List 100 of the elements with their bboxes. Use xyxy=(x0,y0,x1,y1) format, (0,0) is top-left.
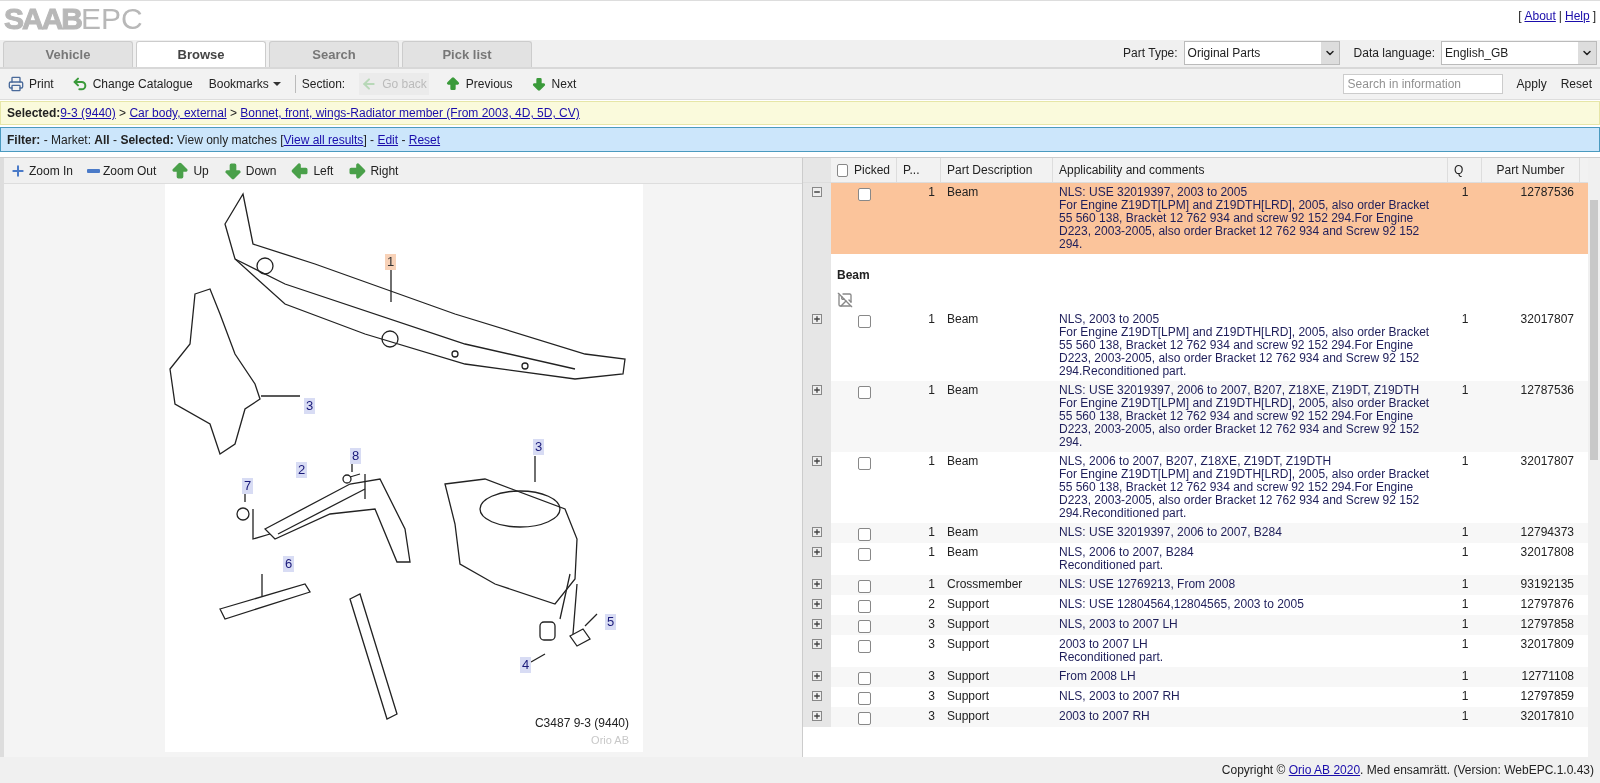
callout-number[interactable]: 3 xyxy=(304,398,316,414)
description-cell: Beam xyxy=(947,185,979,199)
part-row[interactable]: 3 Support From 2008 LH 1 12771108 xyxy=(803,667,1588,687)
comment-text: For Engine Z19DT[LPM] and Z19DTH[LRD], 2005, also order Bracket 55 560 138, Bracket 12 762 934 and screw 92 152 294.For Engine D223, 2003-2005, also order Bracket 12 762 934 and Screw 92 152 294.Reconditioned part. xyxy=(1059,468,1431,520)
description-cell: Beam xyxy=(947,454,979,468)
dropdown-field[interactable]: English_GB xyxy=(1441,41,1597,65)
part-row[interactable]: 1 Crossmember NLS: USE 12769213, From 2008 1 93192135 xyxy=(803,575,1588,595)
applicability-text: NLS, 2003 to 2007 RH xyxy=(1059,690,1181,703)
breadcrumb-link[interactable]: Bonnet, front, wings-Radiator member (From 2003, 4D, 5D, CV) xyxy=(240,106,580,120)
view-tool-button[interactable]: Left xyxy=(290,160,334,181)
applicability-text: NLS: USE 32019397, 2006 to 2007, B284 xyxy=(1059,526,1283,539)
checkbox[interactable] xyxy=(857,580,871,593)
part-row[interactable]: 3 Support NLS, 2003 to 2007 LH 1 12797858 xyxy=(803,615,1588,635)
apply-button[interactable]: Apply xyxy=(1516,75,1547,93)
part-number-cell: 32017807 xyxy=(1520,312,1574,326)
position-cell: 1 xyxy=(928,312,935,326)
expand-icon[interactable] xyxy=(812,711,822,721)
checkbox[interactable] xyxy=(857,548,871,561)
checkbox[interactable] xyxy=(857,640,871,653)
callout-number[interactable]: 4 xyxy=(520,657,532,673)
toolbar-button[interactable]: Previous xyxy=(442,73,515,95)
expand-icon[interactable] xyxy=(812,314,822,324)
checkbox[interactable] xyxy=(857,457,871,470)
expand-icon[interactable] xyxy=(812,547,822,557)
view-tool-button[interactable]: Zoom Out xyxy=(87,161,157,180)
callout-number[interactable]: 5 xyxy=(605,614,617,630)
part-number-cell: 12797876 xyxy=(1520,597,1574,611)
callout-number[interactable]: 2 xyxy=(296,462,308,478)
checkbox[interactable] xyxy=(857,692,871,705)
view-tool-button[interactable]: Right xyxy=(347,160,399,181)
column-header[interactable]: Q xyxy=(1454,161,1464,179)
description-cell: Support xyxy=(947,597,990,611)
part-row[interactable]: 1 Beam NLS: USE 32019397, 2006 to 2007, B284 1 12794373 xyxy=(803,523,1588,543)
expand-icon[interactable] xyxy=(812,639,822,649)
applicability-text: NLS: USE 32019397, 2006 to 2007, B207, Z18XE, Z19DT, Z19DTH xyxy=(1059,384,1421,397)
reset-button[interactable]: Reset xyxy=(1560,75,1592,93)
dropdown-field[interactable]: Original Parts xyxy=(1183,41,1340,65)
checkbox[interactable] xyxy=(837,163,848,177)
applicability-text: NLS, 2006 to 2007, B284 xyxy=(1059,546,1195,559)
comment-text: For Engine Z19DT[LPM] and Z19DTH[LRD], 2005, also order Bracket 55 560 138, Bracket 12 762 934 and screw 92 152 294.For Engine D223, 2003-2005, also order Bracket 12 762 934 and Screw 92 152 294.Reconditioned part. xyxy=(1059,326,1431,378)
breadcrumb-link[interactable]: Car body, external xyxy=(129,106,227,120)
callout-number[interactable]: 3 xyxy=(533,439,545,455)
part-row[interactable] xyxy=(803,381,1588,452)
part-number-cell: 12797858 xyxy=(1520,617,1574,631)
toolbar-button[interactable]: Next xyxy=(528,73,579,95)
view-tool-button[interactable]: Down xyxy=(222,160,277,181)
position-cell: 3 xyxy=(928,669,935,683)
expand-icon[interactable] xyxy=(812,691,822,701)
callout-number[interactable]: 6 xyxy=(283,556,295,572)
checkbox[interactable] xyxy=(857,528,871,541)
checkbox[interactable] xyxy=(857,386,871,399)
applicability-text: NLS, 2003 to 2005 xyxy=(1059,313,1161,326)
separator-text: | xyxy=(1558,8,1562,25)
checkbox[interactable] xyxy=(857,600,871,613)
quantity-cell: 1 xyxy=(1461,383,1469,397)
breadcrumb-link[interactable]: Edit xyxy=(377,132,399,147)
header-link[interactable]: Help xyxy=(1564,7,1590,25)
checkbox[interactable] xyxy=(857,712,871,725)
checkbox[interactable] xyxy=(857,672,871,685)
expand-icon[interactable] xyxy=(812,385,822,395)
callout-number[interactable]: 7 xyxy=(242,478,254,494)
checkbox[interactable] xyxy=(857,188,871,201)
part-row[interactable] xyxy=(803,183,1588,254)
collapse-icon[interactable] xyxy=(812,187,822,197)
expand-icon[interactable] xyxy=(812,456,822,466)
breadcrumb-link[interactable]: Reset xyxy=(408,132,441,147)
expand-icon[interactable] xyxy=(812,599,822,609)
callout-number[interactable]: 1 xyxy=(385,254,397,270)
header-link[interactable]: About xyxy=(1524,7,1556,25)
toolbar-button[interactable]: Print xyxy=(6,73,56,95)
column-header[interactable]: Applicability and comments xyxy=(1059,161,1205,179)
breadcrumb-link[interactable]: 9-3 (9440) xyxy=(60,106,116,120)
expand-icon[interactable] xyxy=(812,671,822,681)
column-header[interactable]: P... xyxy=(903,161,920,179)
part-number-cell: 32017810 xyxy=(1520,709,1574,723)
expand-icon[interactable] xyxy=(812,619,822,629)
comment-text: Reconditioned part. xyxy=(1059,559,1165,572)
scrollbar[interactable] xyxy=(1588,158,1600,757)
checkbox[interactable] xyxy=(857,620,871,633)
column-header[interactable]: Part Number xyxy=(1496,161,1565,179)
select-label: Part Type: xyxy=(1123,45,1178,62)
view-tool-button[interactable]: Up xyxy=(170,160,209,181)
section-label: Section: xyxy=(294,75,346,93)
view-tool-button[interactable]: Zoom In xyxy=(10,161,73,180)
tab[interactable]: Search xyxy=(269,41,399,67)
plus-icon xyxy=(10,162,26,179)
bookmarks-button[interactable]: Bookmarks xyxy=(208,75,281,93)
quantity-cell: 1 xyxy=(1461,185,1469,199)
column-header[interactable]: Part Description xyxy=(947,161,1033,179)
callout-number[interactable]: 8 xyxy=(350,448,362,464)
expand-icon[interactable] xyxy=(812,527,822,537)
applicability-text: NLS, 2003 to 2007 LH xyxy=(1059,618,1179,631)
tab[interactable]: Browse xyxy=(136,41,266,67)
search-field[interactable]: Search in information xyxy=(1342,74,1503,94)
description-cell: Beam xyxy=(947,525,979,539)
bracket-text: [ xyxy=(1518,8,1522,25)
expand-icon[interactable] xyxy=(812,579,822,589)
toolbar-button[interactable]: Change Catalogue xyxy=(69,73,195,95)
part-row[interactable]: 3 Support 2003 to 2007 RH 1 32017810 xyxy=(803,707,1588,727)
checkbox[interactable] xyxy=(857,315,871,328)
